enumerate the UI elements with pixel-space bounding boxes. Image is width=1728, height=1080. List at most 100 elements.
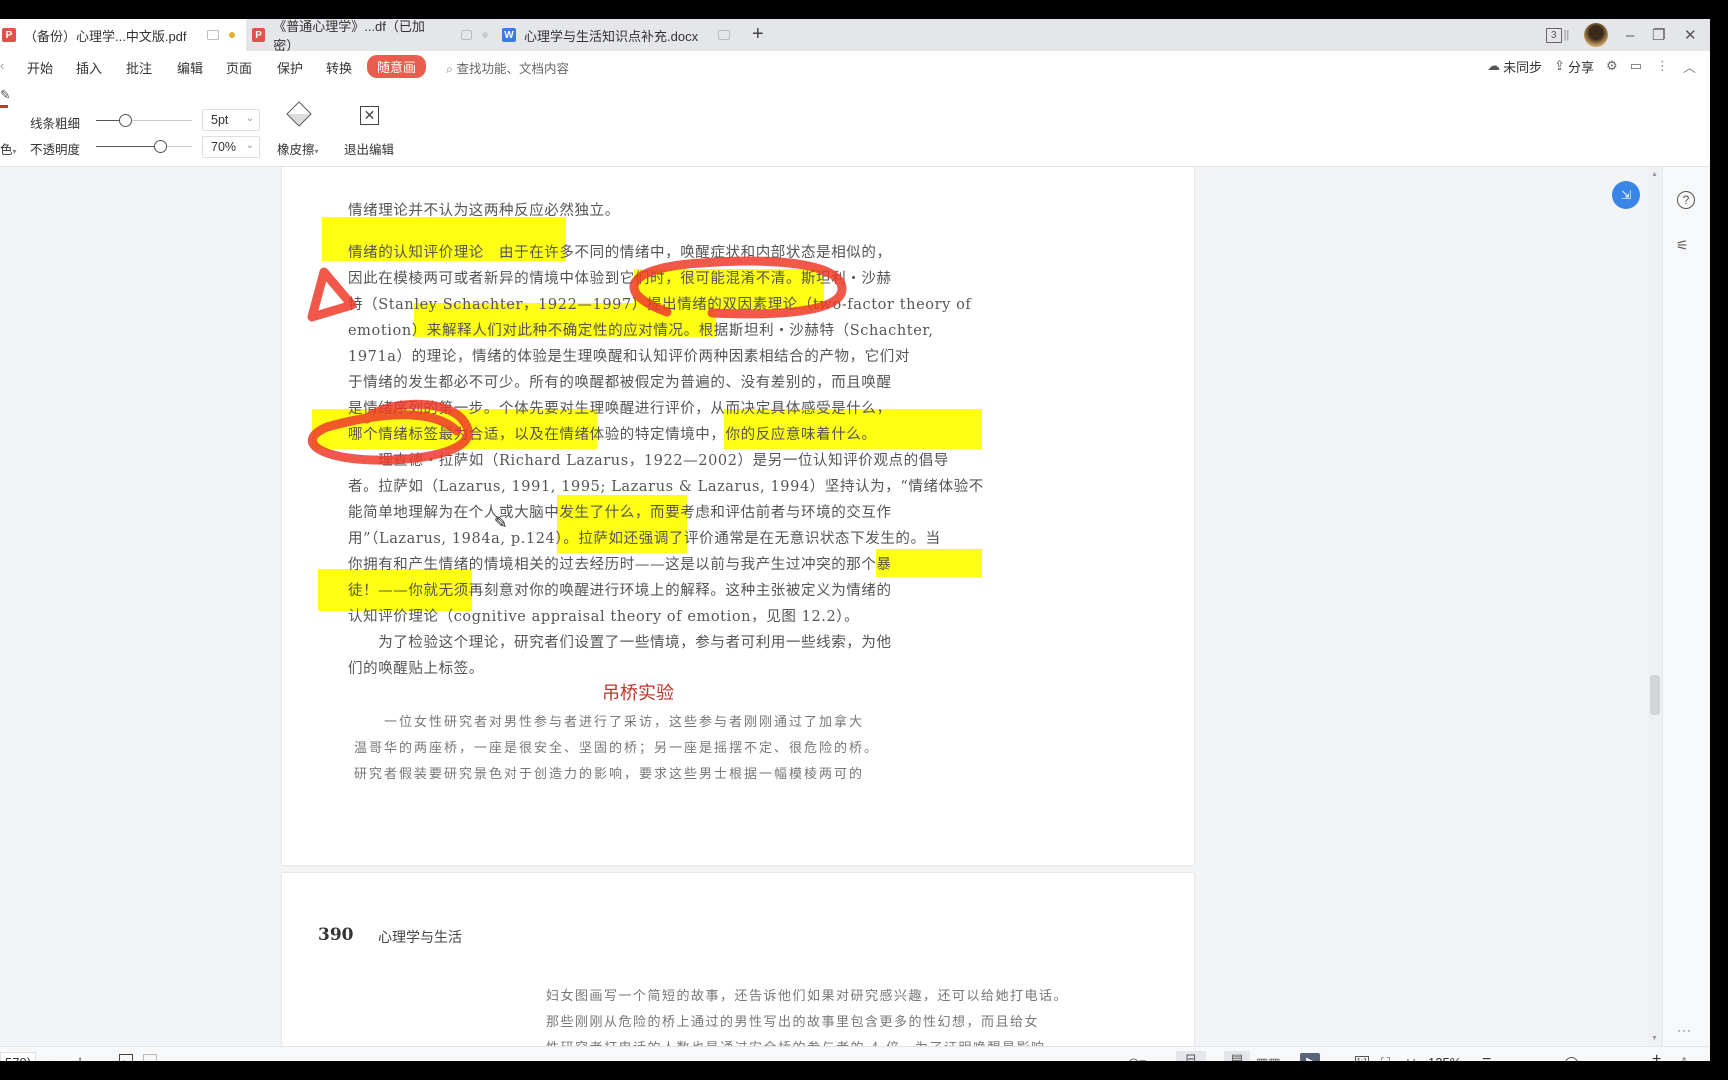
vertical-scrollbar[interactable]: ▲ ▼	[1648, 167, 1662, 1046]
slider-knob[interactable]	[119, 114, 132, 127]
zoom-slider[interactable]	[1504, 1057, 1654, 1061]
actual-size-icon[interactable]: 1:1	[1355, 1056, 1369, 1061]
exit-edit-button[interactable]: 退出编辑	[344, 139, 394, 158]
color-label: 色	[0, 143, 13, 157]
opacity-slider[interactable]	[96, 140, 192, 154]
cloud-sync-icon: ☁	[1487, 58, 1501, 73]
text-line: 情绪的认知评价理论 由于在许多不同的情绪中，唤醒症状和内部状态是相似的，	[348, 245, 892, 261]
text-line: 认知评价理论（cognitive appraisal theory of emo…	[348, 609, 860, 625]
color-dropdown[interactable]: 色▾	[0, 139, 17, 158]
box-text-line: 研究者假装要研究景色对于创造力的影响，要求这些男士根据一幅模棱两可的	[354, 767, 865, 782]
menu-protect[interactable]: 保护	[277, 58, 303, 77]
scroll-up-icon[interactable]: ▲	[1651, 171, 1658, 178]
text-line: 哪个情绪标签最为合适，以及在情绪体验的特定情境中，你的反应意味着什么。	[348, 427, 877, 443]
zoom-level-dropdown[interactable]: 125% ▾	[1428, 1055, 1468, 1061]
scrollbar-thumb[interactable]	[1650, 675, 1660, 715]
fit-page-icon[interactable]: ⛶	[1381, 1055, 1390, 1061]
minimize-button[interactable]: –	[1626, 19, 1634, 51]
opacity-value: 70%	[211, 140, 237, 154]
fit-width-icon[interactable]: ⊔	[1406, 1055, 1416, 1061]
pdf-file-icon: P	[252, 28, 266, 42]
settings-gear-icon[interactable]: ⚙	[1606, 58, 1618, 74]
two-page-icon[interactable]: ▥▥	[1256, 1055, 1281, 1061]
exit-edit-icon[interactable]: ✕	[360, 106, 379, 125]
line-width-label: 线条粗细	[30, 117, 81, 131]
screen: P （备份）心理学...中文版.pdf P 《普通心理学》...df（已加密） …	[0, 0, 1728, 1080]
box-text-line: 温哥华的两座桥，一座是很安全、坚固的桥；另一座是摇摆不定、很危险的桥。	[354, 741, 880, 756]
search-icon: ⌕	[446, 62, 454, 76]
more-vertical-icon[interactable]: ⋮	[1656, 58, 1669, 74]
menu-start[interactable]: 开始	[27, 58, 53, 77]
floating-convert-button[interactable]: ⇲	[1612, 181, 1640, 209]
monitor-icon	[718, 30, 731, 40]
line-width-slider[interactable]	[96, 114, 192, 128]
zoom-out-button[interactable]: −	[1482, 1051, 1491, 1061]
share-button[interactable]: 分享	[1568, 57, 1594, 76]
avatar-image	[1584, 23, 1608, 47]
pen-cursor-icon: ✎	[494, 515, 508, 532]
forward-button[interactable]: →	[143, 1054, 157, 1061]
status-dot-icon	[482, 32, 488, 38]
new-tab-button[interactable]: +	[752, 23, 764, 46]
pdf-page-389: 情绪理论并不认为这两种反应必然独立。 情绪的认知评价理论 由于在许多不同的情绪中…	[282, 167, 1194, 865]
back-button[interactable]: ←	[119, 1054, 133, 1061]
text-line: emotion）来解释人们对此种不确定性的应对情况。根据斯坦利・沙赫特（Scha…	[348, 323, 934, 339]
tab-bar: P （备份）心理学...中文版.pdf P 《普通心理学》...df（已加密） …	[0, 19, 1710, 53]
menu-annotate[interactable]: 批注	[126, 58, 152, 77]
menu-insert[interactable]: 插入	[76, 58, 102, 77]
slider-knob[interactable]	[154, 140, 167, 153]
scroll-down-icon[interactable]: ▼	[1651, 1035, 1658, 1042]
adjust-sliders-icon[interactable]: ⚟	[1676, 237, 1689, 254]
close-button[interactable]: ✕	[1684, 19, 1697, 51]
fullscreen-icon[interactable]: ⤢	[1676, 1055, 1686, 1061]
chevron-down-icon: ⌄	[245, 140, 254, 151]
text-line: 你拥有和产生情绪的情境相关的过去经历时——这是以前与我产生过冲突的那个暴	[348, 557, 892, 573]
menu-page[interactable]: 页面	[226, 58, 252, 77]
tab-label: （备份）心理学...中文版.pdf	[24, 28, 187, 44]
workspace-indicator[interactable]: 3 ||	[1546, 19, 1569, 51]
pdf-page-390: 390 心理学与生活 妇女图画写一个简短的故事，还告诉他们如果对研究感兴趣，还可…	[282, 873, 1194, 1046]
eraser-label: 橡皮擦	[277, 143, 315, 157]
eraser-button[interactable]: 橡皮擦▾	[277, 139, 319, 158]
word-file-icon: W	[502, 28, 516, 42]
tab-psych-notes-docx[interactable]: W 心理学与生活知识点补充.docx	[502, 19, 742, 51]
search-box[interactable]: ⌕ 查找功能、文档内容	[446, 58, 569, 77]
play-slideshow-icon[interactable]: ▶	[1300, 1053, 1320, 1061]
eye-protect-icon[interactable]: ◎▾	[1128, 1055, 1146, 1061]
menu-edit[interactable]: 编辑	[177, 58, 203, 77]
collapse-ribbon-chevron-up-icon[interactable]: ︿	[1683, 57, 1696, 76]
menu-overflow-icon[interactable]: ‹	[0, 58, 4, 73]
monitor-icon	[460, 30, 473, 40]
tab-general-psychology-pdf[interactable]: P 《普通心理学》...df（已加密）	[248, 19, 488, 53]
line-width-select[interactable]: 5pt ⌄	[202, 109, 260, 131]
line-width-value: 5pt	[211, 113, 229, 127]
slider-knob[interactable]	[1565, 1057, 1578, 1061]
text-line: 徒！——你就无须再刻意对你的唤醒进行环境上的解释。这种主张被定义为情绪的	[348, 583, 892, 599]
text-line: 用”（Lazarus, 1984a, p.124）。拉萨如还强调了评价通常是在无…	[348, 531, 941, 547]
single-page-icon[interactable]: ▤	[1224, 1051, 1250, 1061]
sync-status-button[interactable]: 未同步	[1503, 57, 1542, 76]
page-number-input[interactable]: 579)	[0, 1052, 37, 1061]
user-avatar[interactable]	[1584, 19, 1608, 51]
last-page-button[interactable]: ›|	[74, 1055, 82, 1061]
eraser-icon[interactable]	[286, 101, 312, 127]
more-horizontal-icon[interactable]: ···	[1677, 1023, 1692, 1037]
status-bar: 579) › ›| ← → ◎▾ ⊟ ▤ ▥▥ ▶ 1:1 ⛶ ⊔ 125% ▾…	[0, 1046, 1710, 1061]
tab-backup-pdf[interactable]: P （备份）心理学...中文版.pdf	[0, 19, 246, 51]
tab-label: 《普通心理学》...df（已加密）	[273, 19, 425, 53]
comment-icon[interactable]: ▭	[1630, 58, 1642, 74]
document-viewport[interactable]: 情绪理论并不认为这两种反应必然独立。 情绪的认知评价理论 由于在许多不同的情绪中…	[0, 167, 1648, 1046]
menu-convert[interactable]: 转换	[326, 58, 352, 77]
help-icon[interactable]: ?	[1677, 191, 1695, 209]
next-page-button[interactable]: ›	[52, 1055, 56, 1061]
text-line: 理查德・拉萨如（Richard Lazarus，1922—2002）是另一位认知…	[348, 453, 949, 469]
text-line: 能简单地理解为在个人或大脑中发生了什么，而要考虑和评估前者与环境的交互作	[348, 505, 892, 521]
zoom-in-button[interactable]: +	[1652, 1051, 1661, 1061]
pen-color-swatch	[0, 105, 8, 108]
chevron-down-icon: ⌄	[245, 113, 254, 124]
opacity-select[interactable]: 70% ⌄	[202, 136, 260, 158]
continuous-scroll-icon[interactable]: ⊟	[1176, 1051, 1206, 1061]
pen-icon[interactable]: ✎	[0, 87, 10, 102]
menu-freehand-draw[interactable]: 随意画	[367, 55, 427, 78]
restore-button[interactable]: ❐	[1652, 19, 1665, 51]
